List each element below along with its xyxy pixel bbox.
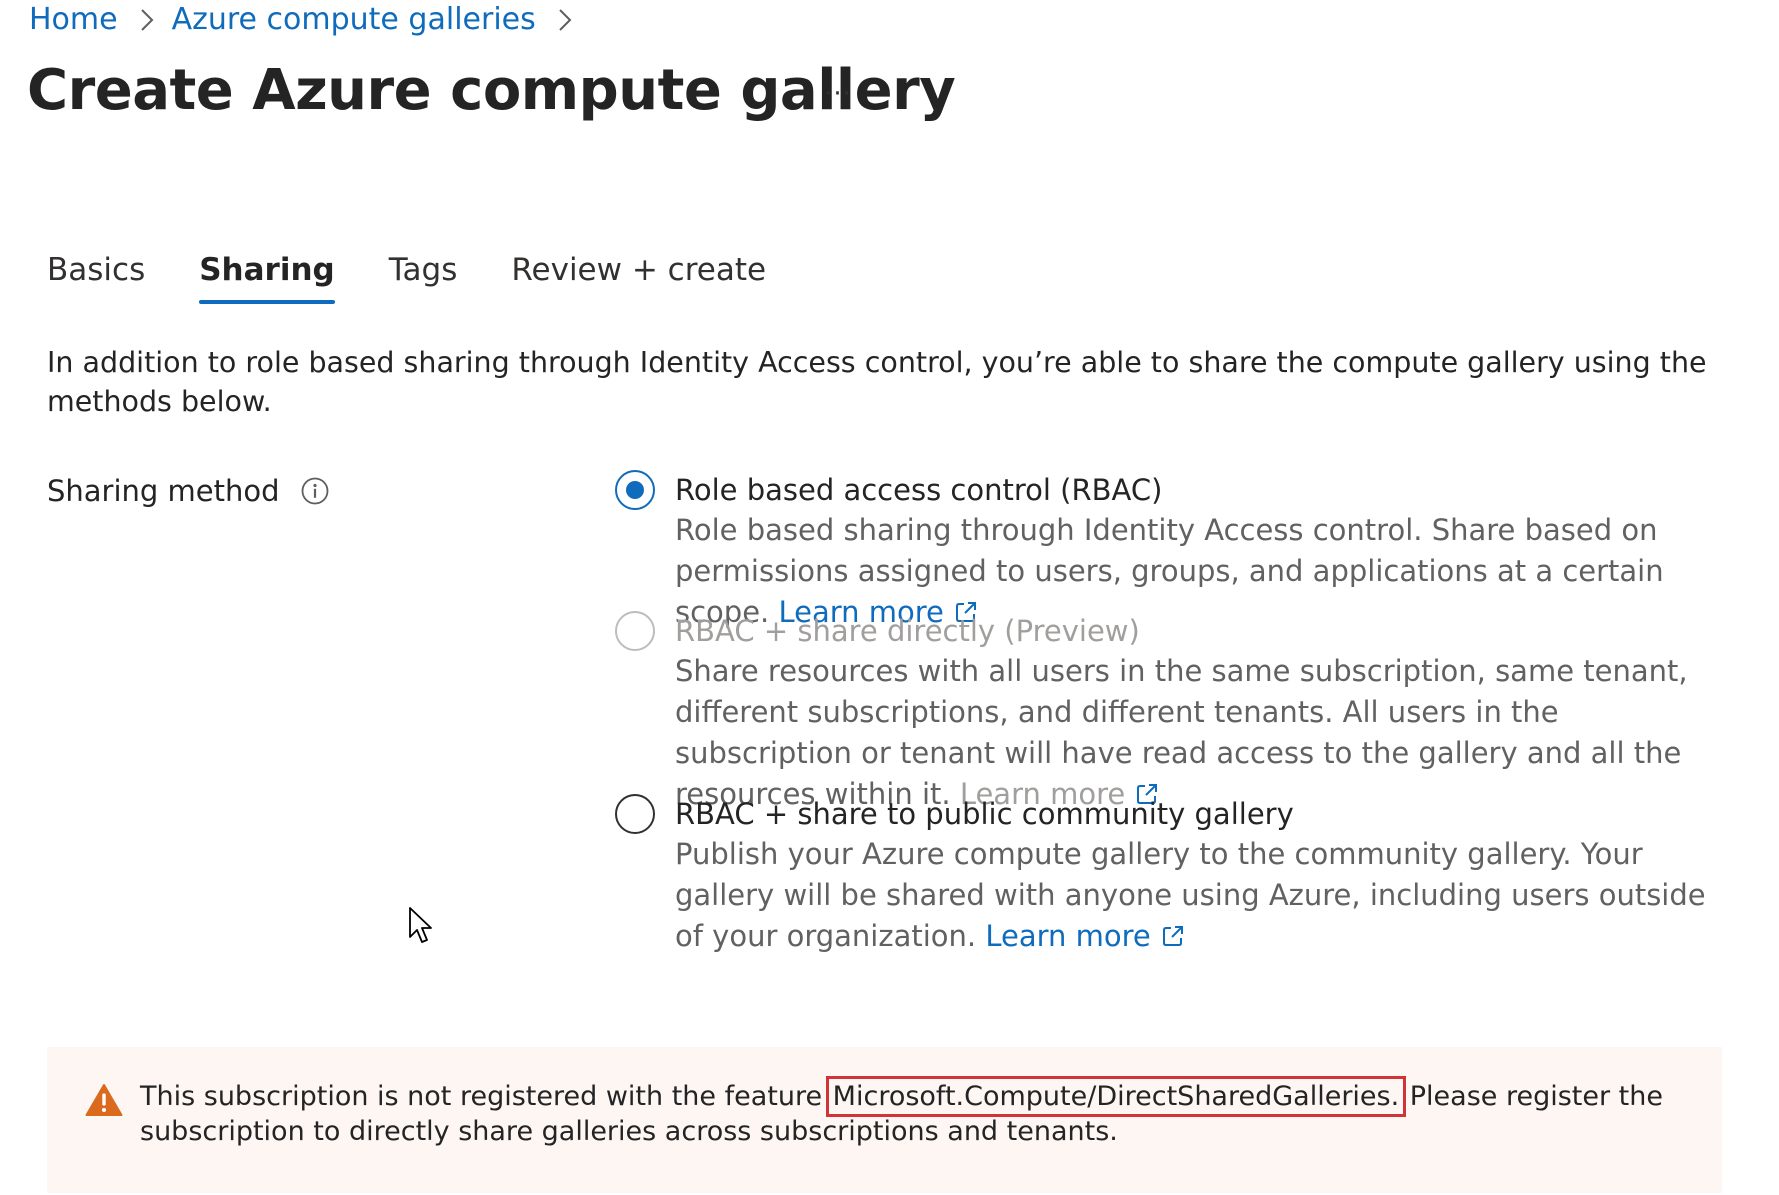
radio-rbac-direct (615, 611, 655, 651)
radio-rbac-community-description-text: Publish your Azure compute gallery to th… (675, 837, 1706, 953)
tab-basics[interactable]: Basics (47, 252, 145, 300)
radio-rbac-community-title[interactable]: RBAC + share to public community gallery (675, 792, 1294, 836)
radio-rbac[interactable] (615, 470, 655, 510)
more-options-button[interactable]: ··· (818, 74, 858, 114)
breadcrumb-home-link[interactable]: Home (29, 2, 118, 37)
radio-rbac-direct-title: RBAC + share directly (Preview) (675, 614, 1140, 648)
warning-text-before: This subscription is not registered with… (140, 1081, 831, 1112)
tab-sharing[interactable]: Sharing (199, 252, 335, 304)
tab-review-create[interactable]: Review + create (511, 252, 766, 300)
warning-banner: This subscription is not registered with… (47, 1047, 1722, 1193)
chevron-right-icon (136, 5, 158, 35)
learn-more-text: Learn more (985, 919, 1151, 953)
info-icon[interactable] (300, 476, 330, 506)
learn-more-link-rbac-community[interactable]: Learn more (985, 919, 1184, 953)
tab-tags[interactable]: Tags (389, 252, 458, 300)
warning-icon (85, 1083, 123, 1117)
radio-selected-dot (626, 481, 644, 499)
breadcrumb: Home Azure compute galleries (29, 2, 590, 37)
sharing-method-label: Sharing method (47, 474, 330, 508)
radio-rbac-direct-description-text: Share resources with all users in the sa… (675, 654, 1688, 811)
radio-rbac-community[interactable] (615, 794, 655, 834)
breadcrumb-galleries-link[interactable]: Azure compute galleries (172, 2, 536, 37)
page-title: Create Azure compute gallery (27, 58, 956, 123)
external-link-icon (1161, 918, 1185, 946)
warning-message: This subscription is not registered with… (140, 1076, 1700, 1149)
intro-text: In addition to role based sharing throug… (47, 346, 1707, 418)
mouse-pointer-icon (408, 906, 434, 946)
radio-rbac-title[interactable]: Role based access control (RBAC) (675, 468, 1162, 512)
tab-list: Basics Sharing Tags Review + create (47, 252, 820, 304)
radio-rbac-direct-description: Share resources with all users in the sa… (675, 651, 1735, 815)
radio-rbac-community-description: Publish your Azure compute gallery to th… (675, 834, 1735, 957)
chevron-right-icon (554, 5, 576, 35)
sharing-method-label-text: Sharing method (47, 474, 280, 508)
feature-name-highlight: Microsoft.Compute/DirectSharedGalleries. (825, 1076, 1407, 1117)
